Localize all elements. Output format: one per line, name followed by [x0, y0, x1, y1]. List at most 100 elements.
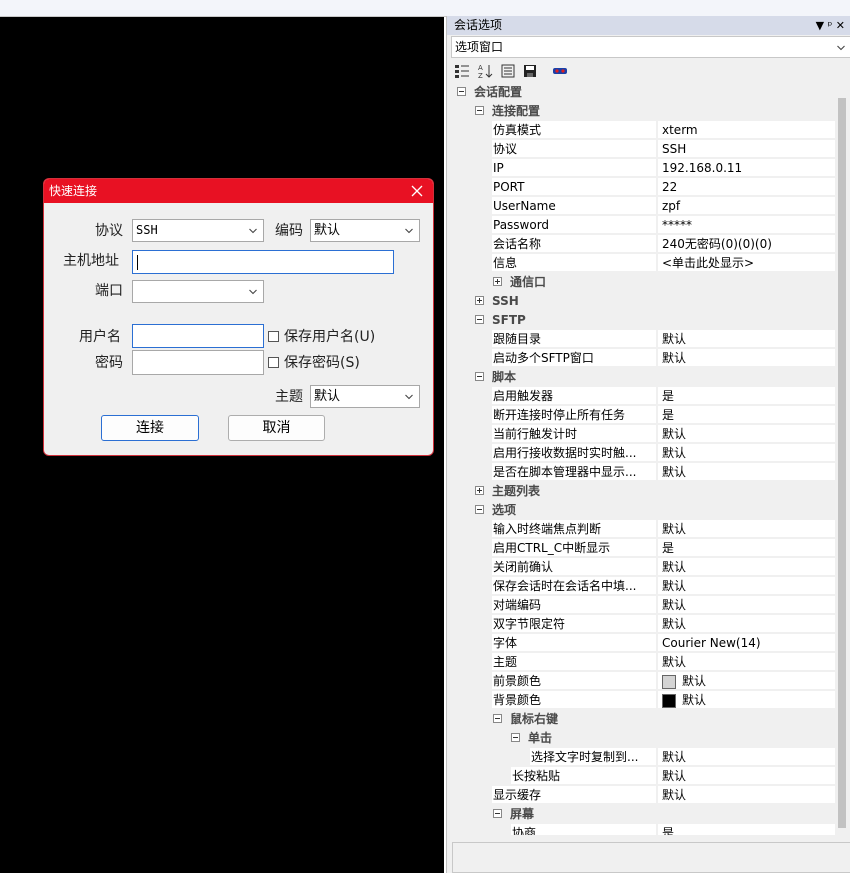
- property-grid[interactable]: 会话配置 连接配置 仿真模式 xterm 协议 SSH IP 192.168.0.11 PORT…: [452, 83, 835, 835]
- property-value[interactable]: 默认: [657, 558, 835, 576]
- property-category[interactable]: 选项: [452, 501, 835, 520]
- property-row[interactable]: 背景颜色 默认: [452, 691, 835, 710]
- property-row[interactable]: 对端编码 默认: [452, 596, 835, 615]
- property-row[interactable]: 双字节限定符 默认: [452, 615, 835, 634]
- object-selector[interactable]: 选项窗口: [451, 36, 850, 58]
- property-value[interactable]: 默认: [657, 349, 835, 367]
- property-row[interactable]: 断开连接时停止所有任务是: [452, 406, 835, 425]
- save-icon[interactable]: [522, 63, 538, 79]
- property-value[interactable]: *****: [657, 216, 835, 234]
- property-value[interactable]: 默认: [657, 444, 835, 462]
- property-row[interactable]: 当前行触发计时 默认: [452, 425, 835, 444]
- property-pages-icon[interactable]: [500, 63, 516, 79]
- cancel-button[interactable]: 取消: [228, 415, 325, 441]
- password-input[interactable]: [132, 350, 264, 375]
- panel-window-buttons[interactable]: ▼ ᵖ ✕: [816, 16, 845, 35]
- property-row[interactable]: 字体 Courier New(14): [452, 634, 835, 653]
- property-value[interactable]: 是: [657, 406, 835, 424]
- categorized-icon[interactable]: [454, 63, 470, 79]
- collapse-icon[interactable]: [493, 809, 502, 818]
- property-value[interactable]: 192.168.0.11: [657, 159, 835, 177]
- property-value[interactable]: 默认: [657, 653, 835, 671]
- sort-alpha-icon[interactable]: AZ: [477, 63, 493, 79]
- theme-select[interactable]: 默认: [310, 385, 420, 408]
- property-value[interactable]: 默认: [657, 425, 835, 443]
- username-input[interactable]: [132, 324, 264, 348]
- property-value[interactable]: 默认: [657, 596, 835, 614]
- property-category[interactable]: 连接配置: [452, 102, 835, 121]
- connect-button[interactable]: 连接: [101, 415, 199, 441]
- property-category[interactable]: 单击: [452, 729, 835, 748]
- property-value[interactable]: 默认: [657, 330, 835, 348]
- property-row[interactable]: 是否在脚本管理器中显示... 默认: [452, 463, 835, 482]
- property-grid-scrollbar[interactable]: [835, 83, 850, 835]
- property-row[interactable]: 跟随目录 默认: [452, 330, 835, 349]
- property-value[interactable]: 240无密码(0)(0)(0): [657, 235, 835, 253]
- property-row[interactable]: 主题 默认: [452, 653, 835, 672]
- property-row[interactable]: UserName zpf: [452, 197, 835, 216]
- property-value[interactable]: 是: [657, 387, 835, 405]
- property-row[interactable]: 启用CTRL_C中断显示是: [452, 539, 835, 558]
- property-row[interactable]: Password *****: [452, 216, 835, 235]
- save-username-label[interactable]: 保存用户名(U): [284, 326, 375, 346]
- save-password-label[interactable]: 保存密码(S): [284, 352, 360, 372]
- collapse-icon[interactable]: [475, 106, 484, 115]
- collapse-icon[interactable]: [493, 714, 502, 723]
- property-value[interactable]: zpf: [657, 197, 835, 215]
- property-value[interactable]: <单击此处显示>: [657, 254, 835, 272]
- property-row[interactable]: 会话名称 240无密码(0)(0)(0): [452, 235, 835, 254]
- property-value[interactable]: Courier New(14): [657, 634, 835, 652]
- property-value[interactable]: 默认: [657, 786, 835, 804]
- property-row[interactable]: IP 192.168.0.11: [452, 159, 835, 178]
- collapse-icon[interactable]: [475, 505, 484, 514]
- property-value[interactable]: 默认: [657, 748, 835, 766]
- connection-icon[interactable]: [552, 63, 568, 79]
- property-row[interactable]: 保存会话时在会话名中填... 默认: [452, 577, 835, 596]
- property-row[interactable]: 前景颜色 默认: [452, 672, 835, 691]
- expand-icon[interactable]: [493, 277, 502, 286]
- property-row[interactable]: 仿真模式 xterm: [452, 121, 835, 140]
- property-category[interactable]: 脚本: [452, 368, 835, 387]
- collapse-icon[interactable]: [511, 733, 520, 742]
- property-value[interactable]: 是: [657, 539, 835, 557]
- expand-icon[interactable]: [475, 486, 484, 495]
- property-row[interactable]: 长按粘贴 默认: [452, 767, 835, 786]
- collapse-icon[interactable]: [475, 315, 484, 324]
- expand-icon[interactable]: [475, 296, 484, 305]
- encoding-select[interactable]: 默认: [310, 219, 420, 242]
- property-row[interactable]: 启动多个SFTP窗口 默认: [452, 349, 835, 368]
- collapse-icon[interactable]: [457, 87, 466, 96]
- property-value[interactable]: 默认: [657, 463, 835, 481]
- property-category[interactable]: 通信口: [452, 273, 835, 292]
- property-value[interactable]: 默认: [657, 577, 835, 595]
- property-category[interactable]: 主题列表: [452, 482, 835, 501]
- property-category[interactable]: 鼠标右键: [452, 710, 835, 729]
- property-category[interactable]: 屏幕: [452, 805, 835, 824]
- property-row[interactable]: 关闭前确认 默认: [452, 558, 835, 577]
- host-input[interactable]: [132, 250, 394, 274]
- port-select[interactable]: [132, 280, 264, 303]
- property-row[interactable]: 输入时终端焦点判断 默认: [452, 520, 835, 539]
- property-value[interactable]: xterm: [657, 121, 835, 139]
- property-value[interactable]: SSH: [657, 140, 835, 158]
- property-value[interactable]: 默认: [657, 767, 835, 785]
- property-category[interactable]: 会话配置: [452, 83, 835, 102]
- scrollbar-thumb[interactable]: [838, 98, 846, 828]
- property-value[interactable]: 22: [657, 178, 835, 196]
- property-value[interactable]: 默认: [657, 672, 835, 690]
- close-icon[interactable]: [411, 185, 423, 197]
- property-category[interactable]: SFTP: [452, 311, 835, 330]
- property-row[interactable]: 协商是: [452, 824, 835, 835]
- property-value[interactable]: 默认: [657, 615, 835, 633]
- property-row[interactable]: PORT 22: [452, 178, 835, 197]
- save-username-checkbox[interactable]: [268, 331, 279, 342]
- property-row[interactable]: 启用行接收数据时实时触... 默认: [452, 444, 835, 463]
- property-category[interactable]: SSH: [452, 292, 835, 311]
- protocol-select[interactable]: SSH: [132, 219, 264, 242]
- property-row[interactable]: 启用触发器是: [452, 387, 835, 406]
- save-password-checkbox[interactable]: [268, 357, 279, 368]
- property-row[interactable]: 选择文字时复制到... 默认: [452, 748, 835, 767]
- collapse-icon[interactable]: [475, 372, 484, 381]
- property-row[interactable]: 显示缓存 默认: [452, 786, 835, 805]
- property-value[interactable]: 是: [657, 824, 835, 835]
